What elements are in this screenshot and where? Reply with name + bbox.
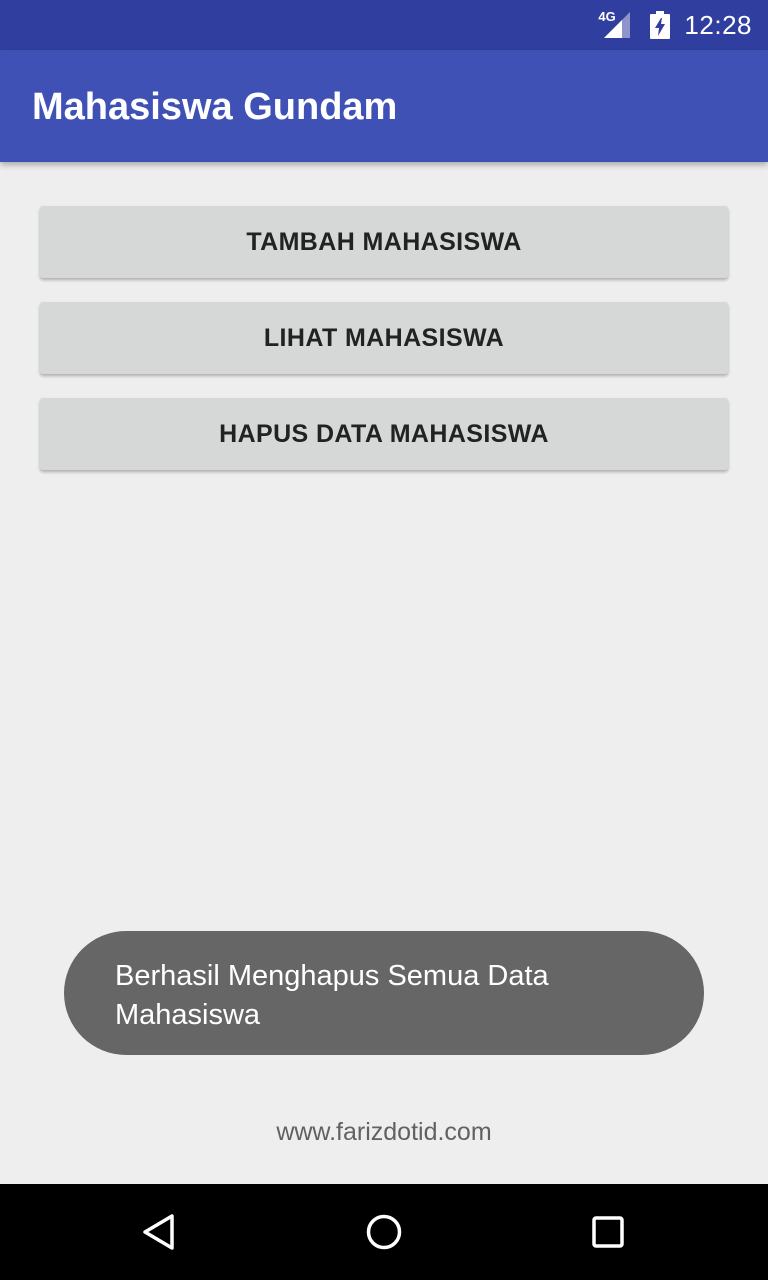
delete-students-button[interactable]: HAPUS DATA MAHASISWA <box>40 398 728 470</box>
app-screen: 4G 12:28 Mahasiswa Gundam TAMBAH MAHASIS… <box>0 0 768 1280</box>
footer-website: www.farizdotid.com <box>276 1118 492 1146</box>
view-students-button[interactable]: LIHAT MAHASISWA <box>40 302 728 374</box>
home-icon[interactable] <box>336 1184 432 1280</box>
recent-apps-icon[interactable] <box>560 1184 656 1280</box>
battery-charging-icon <box>650 11 671 39</box>
app-title: Mahasiswa Gundam <box>32 86 398 128</box>
status-clock: 12:28 <box>684 9 752 40</box>
toast-message: Berhasil Menghapus Semua Data Mahasiswa <box>64 931 704 1055</box>
signal-icon: 4G <box>598 10 636 40</box>
status-icons: 4G 12:28 <box>598 0 752 50</box>
back-icon[interactable] <box>112 1184 208 1280</box>
app-bar: Mahasiswa Gundam <box>0 50 768 162</box>
status-bar: 4G 12:28 <box>0 0 768 50</box>
add-student-button[interactable]: TAMBAH MAHASISWA <box>40 206 728 278</box>
navigation-bar <box>0 1184 768 1280</box>
